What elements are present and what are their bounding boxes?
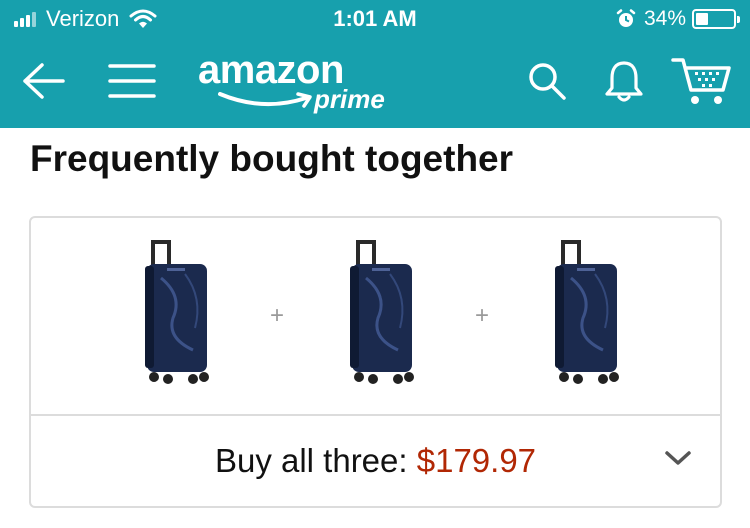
back-arrow-icon xyxy=(23,63,65,99)
cart-icon xyxy=(671,58,731,104)
search-icon xyxy=(529,63,566,100)
search-button[interactable] xyxy=(522,56,572,106)
plus-sign: + xyxy=(269,302,284,329)
buy-all-row[interactable]: Buy all three: $179.97 xyxy=(31,416,720,506)
cart-button[interactable] xyxy=(670,52,734,110)
battery-cap xyxy=(737,16,740,23)
logo-prime-text: prime xyxy=(314,84,385,114)
buy-all-text: Buy all three: $179.97 xyxy=(31,442,720,480)
bell-icon xyxy=(605,61,643,102)
section-title: Frequently bought together xyxy=(30,138,514,179)
hamburger-menu-icon xyxy=(108,64,156,98)
frequently-bought-together-card: + + Buy all three: $179.97 xyxy=(29,216,722,508)
suitcase-image xyxy=(555,240,619,384)
back-button[interactable] xyxy=(18,56,68,106)
logo-smile-icon xyxy=(218,92,312,108)
battery-level-fill xyxy=(696,13,708,25)
bundle-product-3[interactable] xyxy=(537,238,637,388)
alarm-clock-icon xyxy=(616,9,636,27)
bundle-products-row: + + xyxy=(31,218,720,414)
top-nav-bar: amazon prime xyxy=(0,38,750,128)
notifications-button[interactable] xyxy=(598,54,650,108)
suitcase-image xyxy=(145,240,209,384)
plus-sign: + xyxy=(474,302,489,329)
battery-percent: 34% xyxy=(643,7,686,30)
battery-icon xyxy=(692,9,740,29)
menu-button[interactable] xyxy=(104,56,160,106)
bundle-product-1[interactable] xyxy=(127,238,227,388)
chevron-down-icon[interactable] xyxy=(663,448,693,468)
buy-all-price: $179.97 xyxy=(416,442,537,479)
status-bar: Verizon 1:01 AM 34% xyxy=(0,0,750,38)
bundle-product-2[interactable] xyxy=(332,238,432,388)
amazon-prime-logo[interactable]: amazon prime xyxy=(198,46,398,118)
status-right: 34% xyxy=(616,0,740,38)
suitcase-image xyxy=(350,240,414,384)
buy-all-label: Buy all three: xyxy=(214,442,408,479)
